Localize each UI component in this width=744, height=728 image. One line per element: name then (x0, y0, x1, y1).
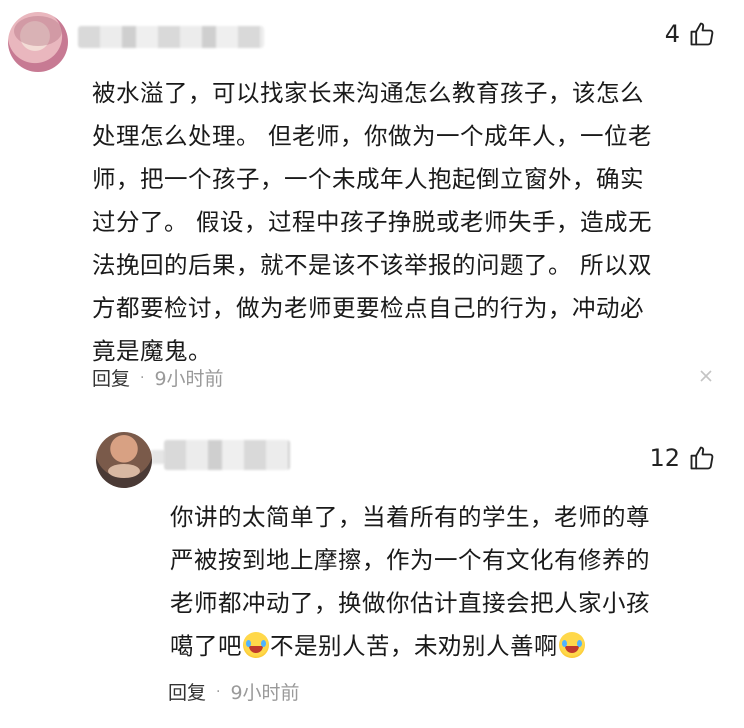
thumbs-up-icon (690, 446, 714, 470)
reply-line: 你讲的太简单了，当着所有的学生，老师的尊 (170, 503, 650, 531)
like-button[interactable]: 4 (665, 20, 716, 48)
reply-meta: 回复 · 9小时前 (168, 678, 300, 705)
comment-body: 被水溢了，可以找家长来沟通怎么教育孩子，该怎么 处理怎么处理。 但老师，你做为一… (92, 72, 712, 373)
reply-line: 噶了吧 不是别人苦，未劝别人善啊 (170, 625, 730, 668)
reply-line: 老师都冲动了，换做你估计直接会把人家小孩 (170, 589, 650, 617)
reply-button[interactable]: 回复 (168, 678, 206, 705)
reply-avatar[interactable] (96, 432, 152, 488)
separator-dot: · (140, 369, 145, 386)
reply-button[interactable]: 回复 (92, 364, 130, 391)
comment-line: 方都要检讨，做为老师更要检点自己的行为，冲动必 (92, 294, 644, 322)
reply-line: 严被按到地上摩擦，作为一个有文化有修养的 (170, 546, 650, 574)
reply-username-blurred[interactable] (164, 440, 290, 470)
like-count: 4 (664, 20, 680, 48)
reply-line-part: 不是别人苦，未劝别人善啊 (270, 632, 558, 660)
reply-like-count: 12 (649, 444, 680, 472)
reply-line-part: 噶了吧 (170, 632, 242, 660)
thumbs-up-icon (690, 22, 714, 46)
comment-meta: 回复 · 9小时前 (92, 364, 224, 391)
comment-line: 法挽回的后果，就不是该不该举报的问题了。 所以双 (92, 251, 652, 279)
username-blurred[interactable] (78, 26, 264, 48)
crying-laughing-emoji-icon (243, 632, 269, 658)
timestamp: 9小时前 (154, 368, 224, 390)
avatar[interactable] (8, 12, 68, 72)
comment-line: 被水溢了，可以找家长来沟通怎么教育孩子，该怎么 (92, 79, 644, 107)
crying-laughing-emoji-icon (559, 632, 585, 658)
reply-body: 你讲的太简单了，当着所有的学生，老师的尊 严被按到地上摩擦，作为一个有文化有修养… (170, 496, 730, 668)
comment-line: 师，把一个孩子，一个未成年人抱起倒立窗外，确实 (92, 165, 644, 193)
comment-line: 处理怎么处理。 但老师，你做为一个成年人，一位老 (92, 122, 652, 150)
reply-like-button[interactable]: 12 (649, 444, 716, 472)
separator-dot: · (216, 683, 221, 700)
timestamp: 9小时前 (230, 682, 300, 704)
comment-line: 过分了。 假设，过程中孩子挣脱或老师失手，造成无 (92, 208, 652, 236)
close-icon[interactable] (698, 368, 714, 384)
